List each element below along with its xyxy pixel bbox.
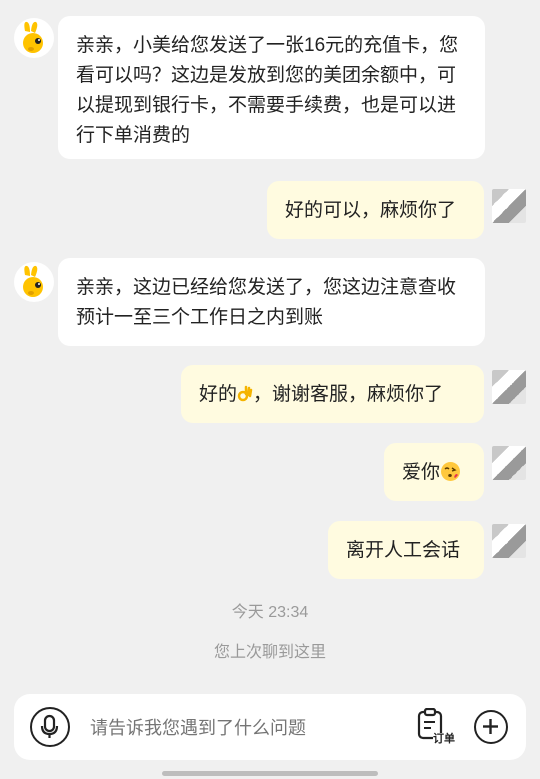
message-text: ，谢谢客服，麻烦你了	[253, 384, 444, 405]
bot-avatar	[14, 262, 54, 302]
user-avatar	[492, 446, 526, 480]
order-button[interactable]: 订单	[414, 708, 456, 748]
home-indicator	[162, 771, 378, 776]
user-avatar	[492, 189, 526, 223]
message-bubble-incoming[interactable]: 亲亲，这边已经给您发送了，您这边注意查收预计一至三个工作日之内到账	[58, 258, 485, 346]
message-bubble-outgoing[interactable]: 离开人工会话	[328, 521, 484, 579]
message-bubble-outgoing[interactable]: 好的可以，麻烦你了	[267, 181, 484, 239]
kangaroo-mascot-icon	[23, 21, 43, 53]
last-chat-notice: 您上次聊到这里	[213, 644, 326, 661]
message-bubble-outgoing[interactable]: 好的 ，谢谢客服，麻烦你了	[181, 365, 484, 423]
voice-button[interactable]	[30, 707, 70, 747]
message-text: 亲亲，小美给您发送了一张16元的充值卡，您看可以吗？这边是发放到您的美团余额中，…	[76, 35, 459, 146]
message-text: 好的	[199, 384, 238, 405]
message-bubble-outgoing[interactable]: 爱你	[384, 443, 484, 501]
chat-timestamp: 今天 23:34	[231, 604, 309, 621]
message-bubble-incoming[interactable]: 亲亲，小美给您发送了一张16元的充值卡，您看可以吗？这边是发放到您的美团余额中，…	[58, 16, 485, 159]
bot-avatar	[14, 18, 54, 58]
message-text: 亲亲，这边已经给您发送了，您这边注意查收预计一至三个工作日之内到账	[76, 277, 457, 328]
microphone-icon	[40, 714, 59, 738]
chat-input-bar: 订单	[14, 694, 526, 760]
kiss-face-emoji-icon	[441, 462, 461, 481]
kangaroo-mascot-icon	[23, 265, 43, 297]
user-avatar	[492, 370, 526, 404]
add-button[interactable]	[474, 710, 508, 744]
ok-hand-emoji-icon	[237, 385, 253, 402]
message-input[interactable]	[88, 710, 392, 746]
message-text: 离开人工会话	[346, 540, 461, 561]
order-label: 订单	[433, 733, 455, 746]
message-text: 好的可以，麻烦你了	[285, 200, 457, 221]
plus-icon	[483, 719, 498, 734]
user-avatar	[492, 524, 526, 558]
message-text: 爱你	[402, 462, 441, 483]
